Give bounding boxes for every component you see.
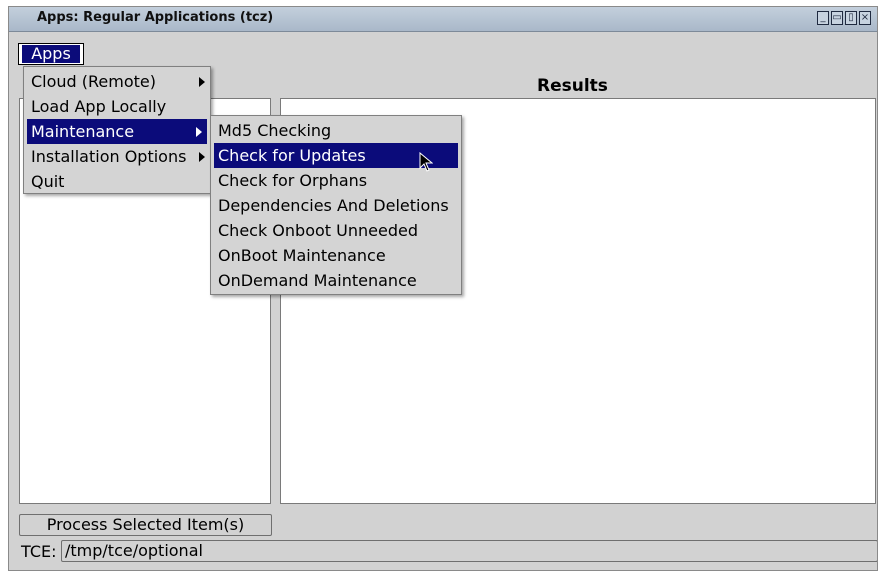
menu-item-label: Installation Options (31, 147, 187, 166)
submenu-item-label: Md5 Checking (218, 121, 332, 140)
menu-item-label: Load App Locally (31, 97, 167, 116)
submenu-arrow-icon (196, 127, 202, 137)
menu-item-label: Quit (31, 172, 65, 191)
tce-label: TCE: (21, 542, 57, 561)
window-controls: _ ▭ ▯ × (817, 11, 871, 27)
menu-item-label: Cloud (Remote) (31, 72, 157, 91)
submenu-item-label: Check for Updates (218, 146, 366, 165)
menu-item-label: Maintenance (31, 122, 135, 141)
apps-menu-label: Apps (22, 45, 80, 63)
submenu-item-md5-checking[interactable]: Md5 Checking (211, 118, 461, 143)
apps-dropdown-menu: Cloud (Remote) Load App Locally Maintena… (23, 66, 211, 194)
restore-icon[interactable]: ▭ (831, 11, 843, 25)
apps-menu-button[interactable]: Apps (18, 43, 84, 65)
submenu-item-check-onboot-unneeded[interactable]: Check Onboot Unneeded (211, 218, 461, 243)
minimize-icon[interactable]: _ (817, 11, 829, 25)
title-bar[interactable]: Apps: Regular Applications (tcz) _ ▭ ▯ × (9, 7, 877, 32)
window-title: Apps: Regular Applications (tcz) (37, 10, 274, 25)
menu-item-installation-options[interactable]: Installation Options (24, 144, 210, 169)
menu-item-load-app-locally[interactable]: Load App Locally (24, 94, 210, 119)
submenu-item-label: Check for Orphans (218, 171, 368, 190)
submenu-item-label: OnDemand Maintenance (218, 271, 417, 290)
mouse-pointer-icon (419, 152, 433, 172)
menu-item-maintenance[interactable]: Maintenance (27, 119, 207, 144)
submenu-item-label: OnBoot Maintenance (218, 246, 386, 265)
menu-item-cloud-remote[interactable]: Cloud (Remote) (24, 69, 210, 94)
tce-path-field[interactable]: /tmp/tce/optional (61, 540, 877, 562)
submenu-item-dependencies-and-deletions[interactable]: Dependencies And Deletions (211, 193, 461, 218)
maintenance-submenu: Md5 Checking Check for Updates Check for… (210, 115, 462, 295)
results-label: Results (537, 76, 608, 96)
submenu-arrow-icon (199, 152, 205, 162)
close-icon[interactable]: × (859, 11, 871, 25)
submenu-item-label: Dependencies And Deletions (218, 196, 449, 215)
menu-item-quit[interactable]: Quit (24, 169, 210, 194)
maximize-icon[interactable]: ▯ (845, 11, 857, 25)
submenu-item-ondemand-maintenance[interactable]: OnDemand Maintenance (211, 268, 461, 293)
submenu-item-onboot-maintenance[interactable]: OnBoot Maintenance (211, 243, 461, 268)
submenu-arrow-icon (199, 77, 205, 87)
submenu-item-label: Check Onboot Unneeded (218, 221, 418, 240)
process-selected-button[interactable]: Process Selected Item(s) (19, 514, 272, 536)
